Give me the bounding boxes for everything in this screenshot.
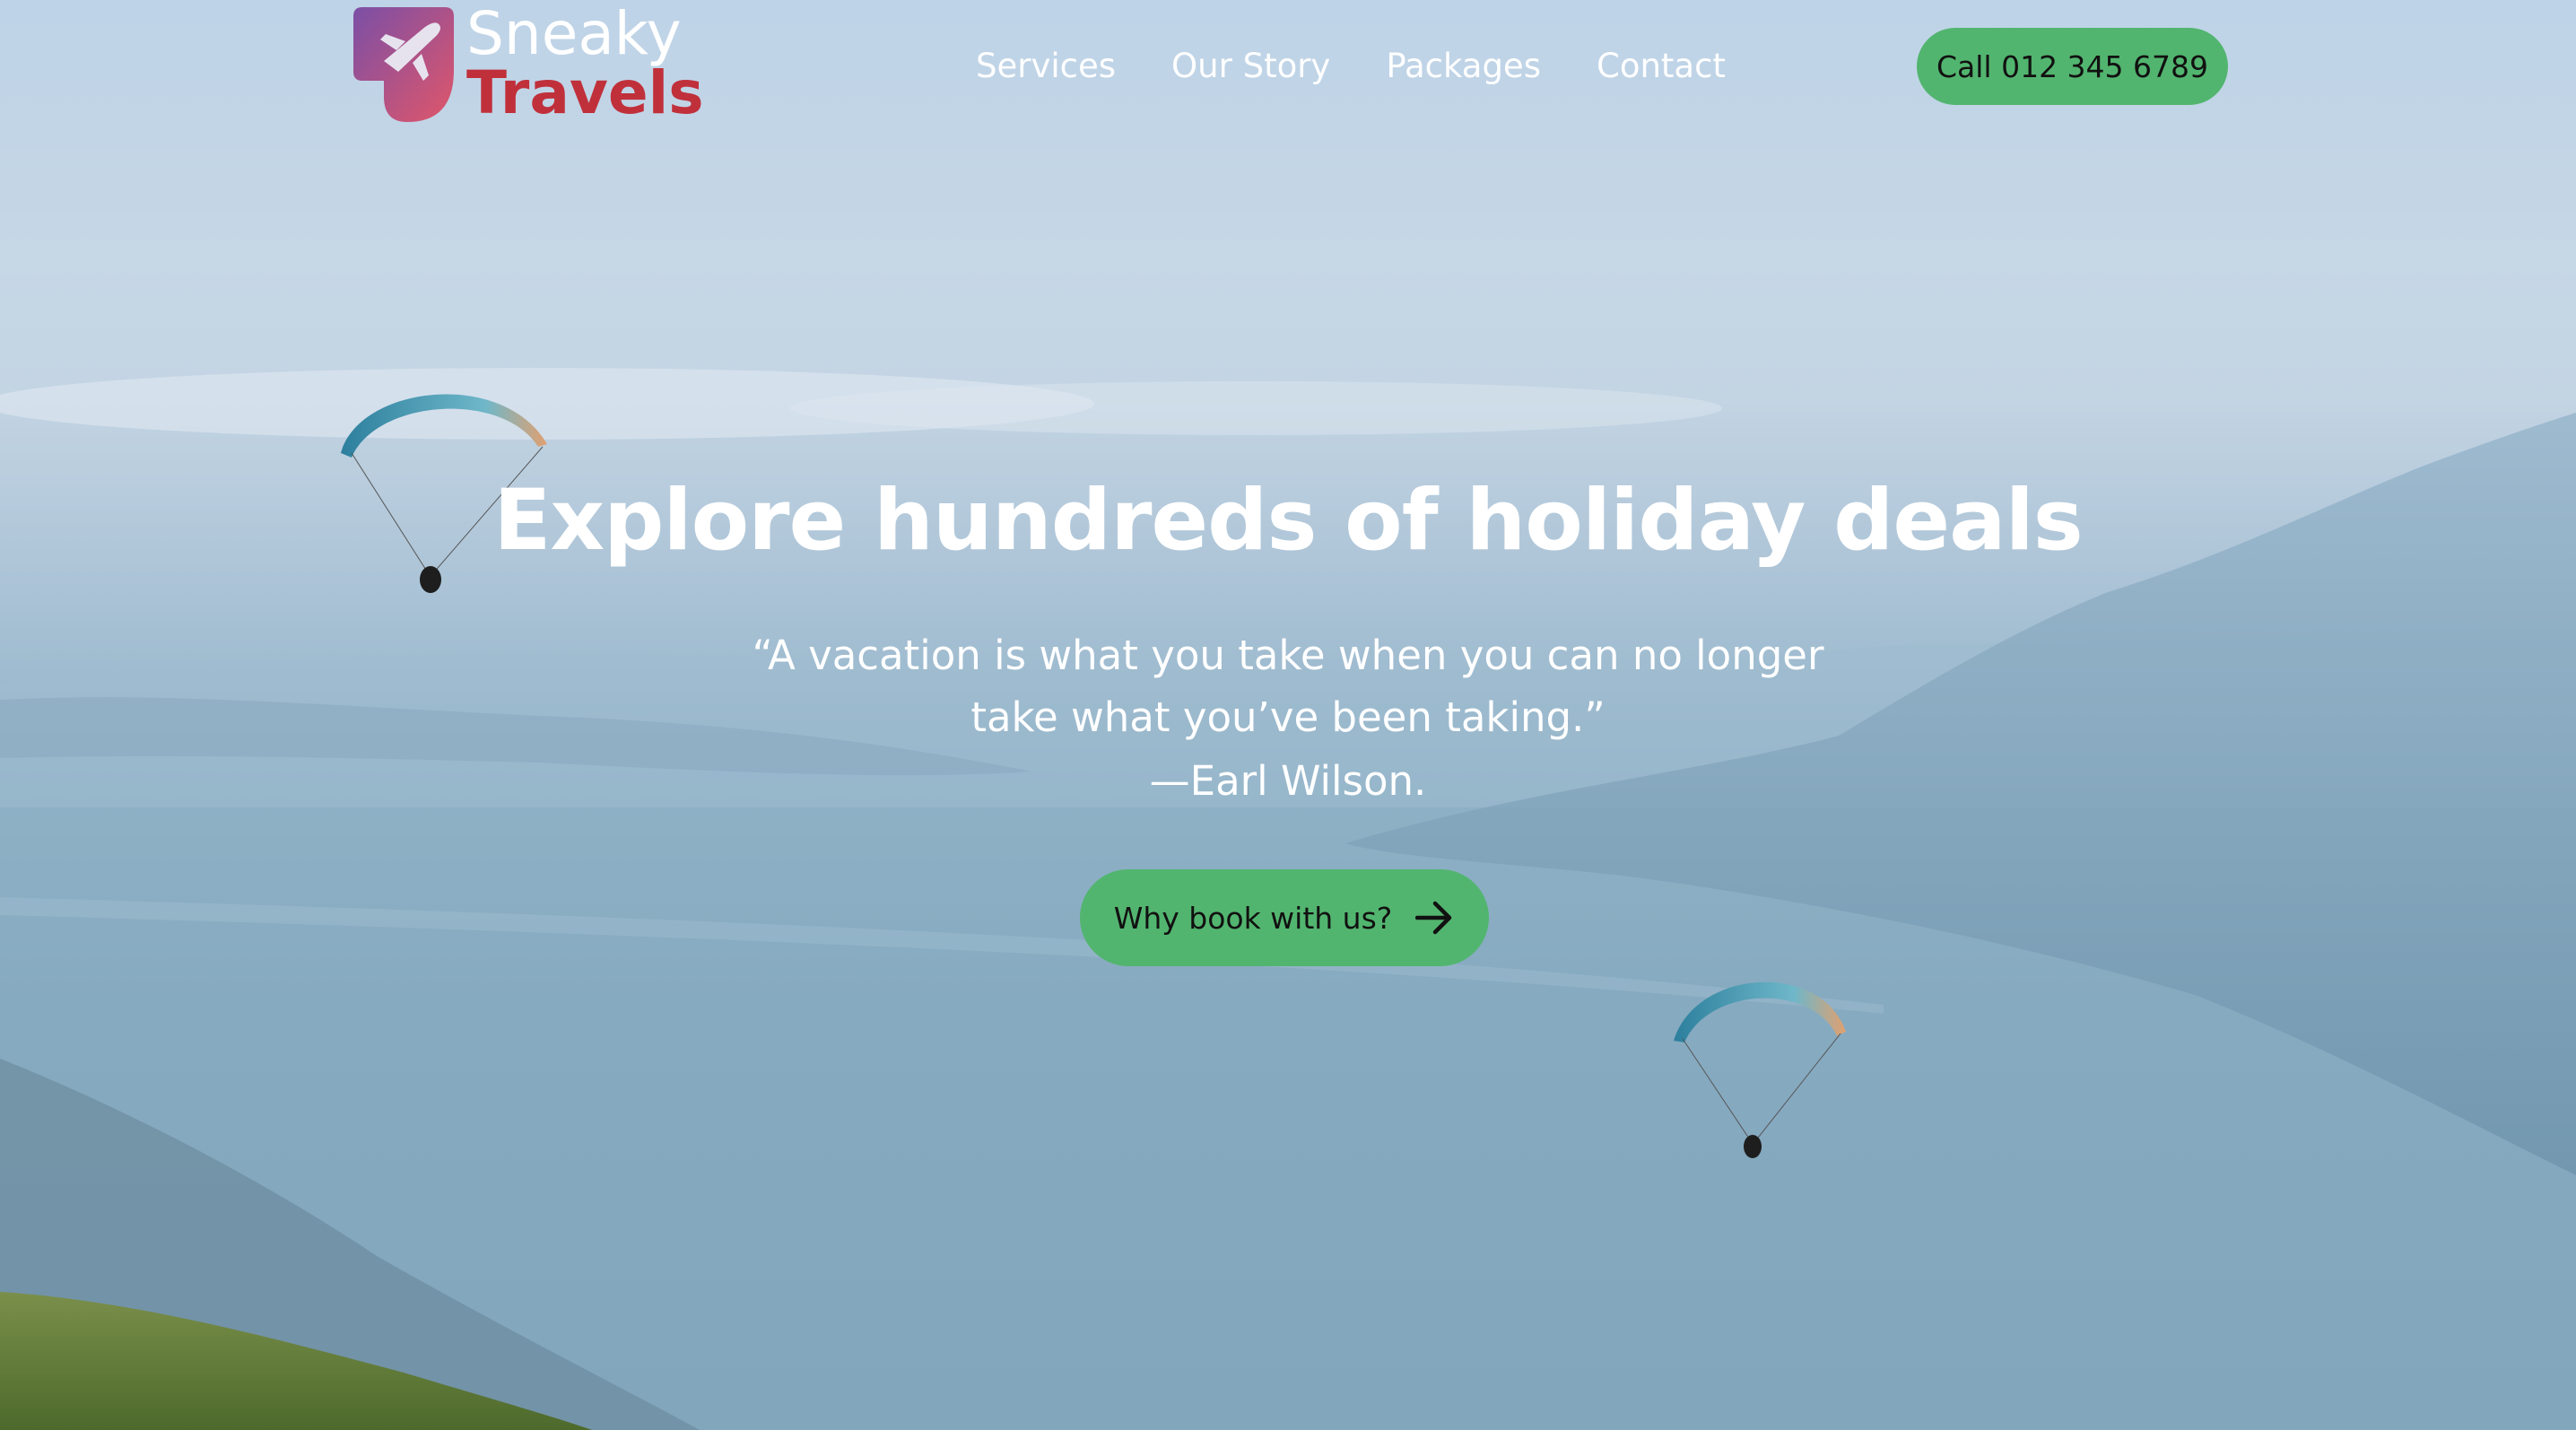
main-nav: Services Our Story Packages Contact [976,41,1726,92]
hero-headline: Explore hundreds of holiday deals [493,472,2084,570]
hero-section: Sneaky Travels Services Our Story Packag… [0,0,2576,1430]
nav-link-contact[interactable]: Contact [1597,41,1726,92]
call-button[interactable]: Call 012 345 6789 [1917,28,2228,105]
hero-quote: “A vacation is what you take when you ca… [752,632,1824,741]
brand-logo[interactable]: Sneaky Travels [353,0,712,127]
brand-name-line2: Travels [466,58,704,127]
arrow-right-icon [1415,901,1452,935]
why-book-button[interactable]: Why book with us? [1080,869,1489,966]
nav-link-services[interactable]: Services [976,41,1116,92]
why-book-label: Why book with us? [1113,900,1393,936]
hero-quote-author: —Earl Wilson. [1149,757,1427,805]
airplane-icon [353,7,454,122]
nav-link-packages[interactable]: Packages [1386,41,1541,92]
nav-link-our-story[interactable]: Our Story [1171,41,1330,92]
